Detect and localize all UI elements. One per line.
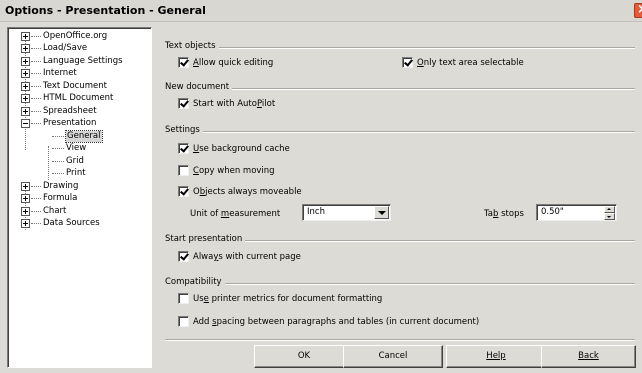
checkbox[interactable] (178, 316, 189, 327)
section-compatibility: Compatibility (165, 277, 225, 287)
collapse-icon[interactable] (21, 119, 30, 128)
separator (165, 88, 635, 90)
expand-icon[interactable] (21, 82, 30, 91)
cancel-button[interactable]: Cancel (343, 345, 443, 368)
spin-down-icon[interactable] (604, 213, 615, 220)
expand-icon[interactable] (21, 219, 30, 228)
checkbox[interactable] (178, 165, 189, 176)
checkbox[interactable] (178, 98, 189, 109)
separator (165, 131, 635, 133)
unit-of-measurement-label: Unit of measurement (190, 209, 281, 219)
expand-icon[interactable] (21, 32, 30, 41)
expand-icon[interactable] (21, 57, 30, 66)
expand-icon[interactable] (21, 182, 30, 191)
checkbox[interactable] (178, 293, 189, 304)
checkbox[interactable] (402, 57, 413, 68)
expand-icon[interactable] (21, 94, 30, 103)
expand-icon[interactable] (21, 69, 30, 78)
expand-icon[interactable] (21, 207, 30, 216)
expand-icon[interactable] (21, 44, 30, 53)
checkbox[interactable] (178, 143, 189, 154)
checkbox[interactable] (178, 251, 189, 262)
back-button[interactable]: Back (541, 345, 636, 368)
expand-icon[interactable] (21, 107, 30, 116)
unit-of-measurement-select[interactable]: Inch (302, 204, 391, 221)
section-text-objects: Text objects (165, 41, 219, 51)
section-start-presentation: Start presentation (165, 234, 246, 244)
chevron-down-icon[interactable] (374, 206, 389, 219)
separator (165, 283, 635, 285)
options-tree[interactable]: OpenOffice.org Load/Save Language Settin… (7, 27, 152, 368)
window-title: Options - Presentation - General (5, 4, 206, 17)
tree-line (48, 146, 49, 180)
spin-up-icon[interactable] (604, 206, 615, 213)
checkbox[interactable] (178, 57, 189, 68)
expand-icon[interactable] (21, 194, 30, 203)
close-icon[interactable] (634, 2, 642, 18)
title-bar[interactable]: Options - Presentation - General (0, 0, 642, 22)
separator (165, 339, 635, 341)
options-dialog: Options - Presentation - General OpenOff… (0, 0, 642, 373)
separator (165, 47, 635, 49)
tab-stops-spinbox[interactable]: 0.50" (536, 204, 617, 221)
checkbox[interactable] (178, 186, 189, 197)
ok-button[interactable]: OK (254, 345, 354, 368)
tab-stops-label: Tab stops (484, 209, 524, 219)
section-new-document: New document (165, 82, 233, 92)
section-settings: Settings (165, 125, 203, 135)
help-button[interactable]: Help (446, 345, 546, 368)
